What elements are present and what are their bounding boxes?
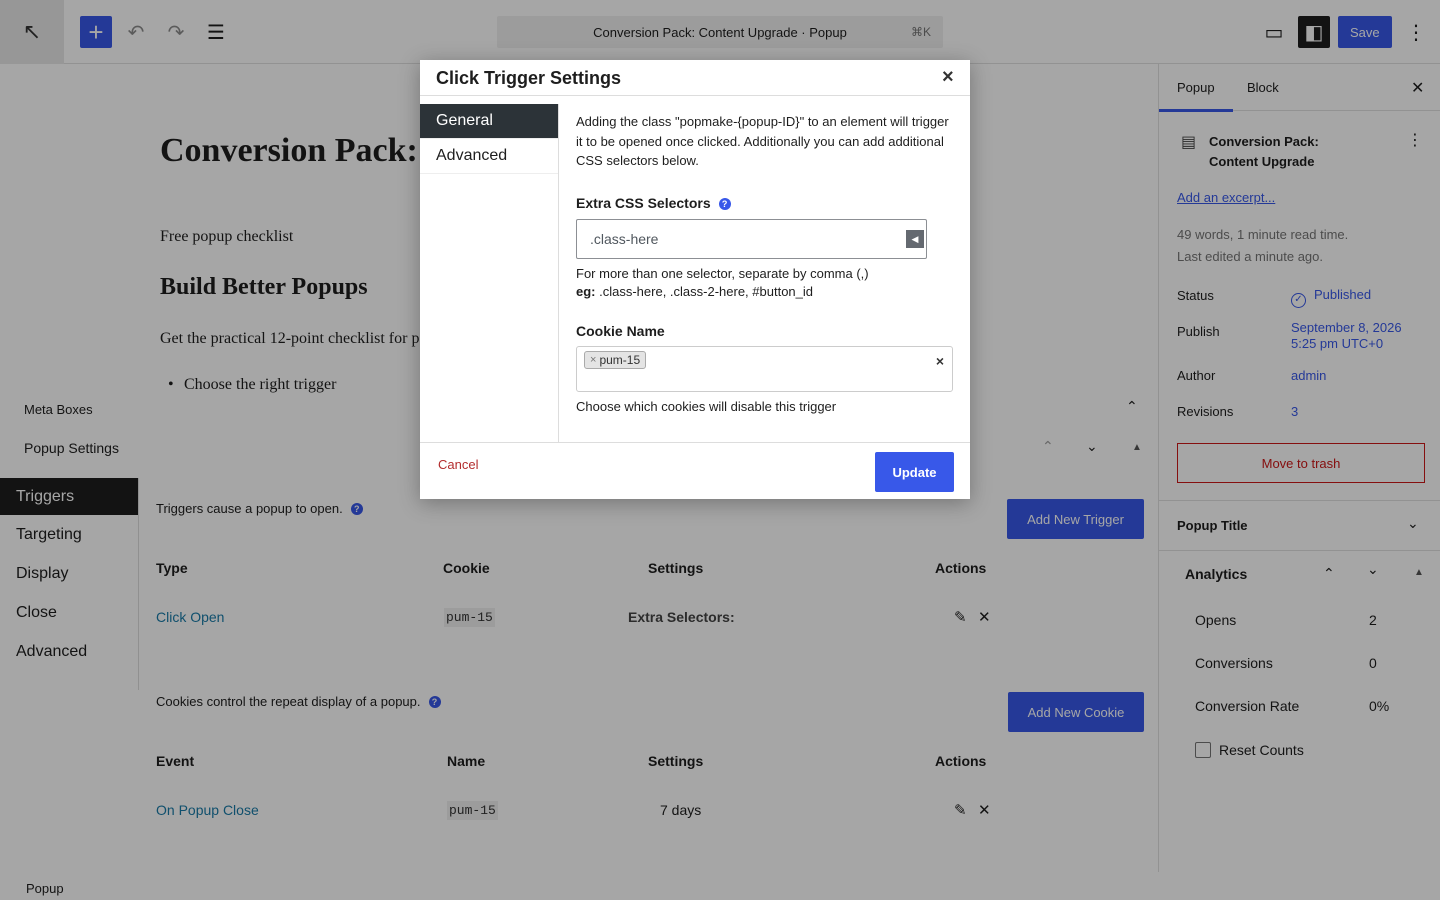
close-icon[interactable]: ×: [942, 66, 954, 89]
extra-css-label-text: Extra CSS Selectors: [576, 195, 711, 211]
modal-intro: Adding the class "popmake-{popup-ID}" to…: [576, 114, 949, 168]
help-eg-value: .class-here, .class-2-here, #button_id: [595, 284, 813, 299]
update-button[interactable]: Update: [875, 452, 954, 492]
modal-body: Adding the class "popmake-{popup-ID}" to…: [576, 112, 956, 414]
modal-title: Click Trigger Settings: [436, 68, 622, 88]
modal-tabs: General Advanced: [420, 104, 559, 442]
remove-chip-icon[interactable]: ×: [590, 354, 596, 366]
cookie-name-select[interactable]: × pum-15 ×: [576, 346, 953, 392]
extra-css-help: For more than one selector, separate by …: [576, 265, 869, 301]
tab-general[interactable]: General: [420, 104, 558, 139]
help-icon[interactable]: ?: [718, 198, 731, 210]
cancel-button[interactable]: Cancel: [438, 457, 478, 472]
cookie-name-label: Cookie Name: [576, 323, 665, 339]
clear-selection-icon[interactable]: ×: [936, 353, 944, 369]
modal-header: Click Trigger Settings ×: [420, 60, 970, 96]
help-example: eg: .class-here, .class-2-here, #button_…: [576, 283, 869, 301]
extra-css-label: Extra CSS Selectors?: [576, 195, 731, 211]
cookie-chip: × pum-15: [584, 351, 647, 369]
help-line: For more than one selector, separate by …: [576, 266, 869, 281]
tab-advanced[interactable]: Advanced: [420, 139, 558, 174]
help-eg-label: eg:: [576, 284, 596, 299]
extra-css-value: .class-here: [590, 231, 659, 247]
extra-css-input[interactable]: .class-here ◀: [576, 219, 927, 259]
click-trigger-settings-modal: Click Trigger Settings × General Advance…: [420, 60, 970, 499]
cookie-help: Choose which cookies will disable this t…: [576, 399, 837, 414]
cookie-chip-label: pum-15: [599, 353, 641, 367]
modal-footer: Cancel Update: [420, 442, 970, 499]
arrow-left-icon[interactable]: ◀: [906, 230, 924, 248]
